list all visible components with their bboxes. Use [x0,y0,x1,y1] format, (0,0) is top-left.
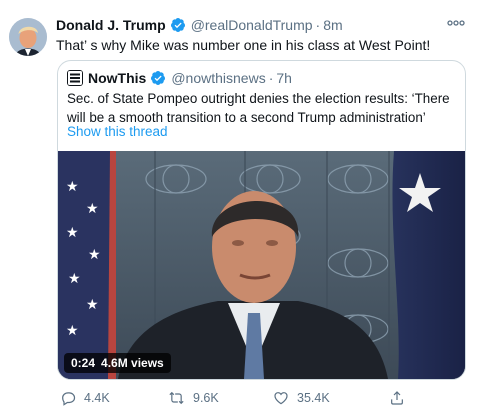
author-handle[interactable]: @realDonaldTrump [191,17,313,33]
tweet-text: That’ s why Mike was number one in his c… [56,37,431,53]
quoted-tweet-header: NowThis @nowthisnews · 7h [67,69,292,87]
svg-text:★: ★ [68,271,81,287]
svg-text:★: ★ [86,201,99,217]
quoted-author-name[interactable]: NowThis [88,70,146,86]
separator-dot: · [315,17,321,33]
svg-text:★: ★ [66,179,79,195]
retweet-button[interactable]: 9.6K [168,388,219,408]
more-horizontal-icon[interactable] [446,16,466,30]
separator-dot: · [268,70,274,86]
quoted-tweet[interactable]: NowThis @nowthisnews · 7h Sec. of State … [57,60,466,380]
retweet-icon [169,391,184,405]
heart-icon [274,392,288,405]
svg-text:★: ★ [86,297,99,313]
tweet: Donald J. Trump @realDonaldTrump · 8m Th… [0,0,479,417]
reply-count: 4.4K [84,391,110,405]
quoted-tweet-text: Sec. of State Pompeo outright denies the… [67,91,450,125]
tweet-timestamp[interactable]: 8m [323,17,342,33]
video-badge: 0:24 4.6M views [64,353,171,373]
author-name[interactable]: Donald J. Trump [56,17,166,33]
svg-text:★: ★ [66,323,79,339]
video-thumbnail: ★ ★ ★ ★ ★ ★ ★ [58,151,465,379]
share-button[interactable] [389,388,413,408]
like-count: 35.4K [297,391,330,405]
svg-text:★: ★ [88,247,101,263]
avatar[interactable] [9,18,47,56]
quoted-tweet-timestamp[interactable]: 7h [276,70,292,86]
retweet-count: 9.6K [193,391,219,405]
video-views: 4.6M views [101,356,164,370]
reply-icon [62,392,76,406]
show-thread-link[interactable]: Show this thread [67,124,168,139]
like-button[interactable]: 35.4K [273,388,330,408]
verified-badge-icon [170,18,185,32]
verified-badge-icon [151,71,166,85]
share-icon [391,391,403,405]
svg-text:★: ★ [66,225,79,241]
tweet-header: Donald J. Trump @realDonaldTrump · 8m [56,15,343,35]
quoted-author-handle[interactable]: @nowthisnews [171,70,265,86]
reply-button[interactable]: 4.4K [60,388,110,408]
video-player[interactable]: ★ ★ ★ ★ ★ ★ ★ 0:24 4.6M views [58,151,465,379]
tweet-actions: 4.4K 9.6K 35.4K [60,388,460,408]
video-duration: 0:24 [71,356,96,370]
nowthis-logo-icon [67,70,83,86]
